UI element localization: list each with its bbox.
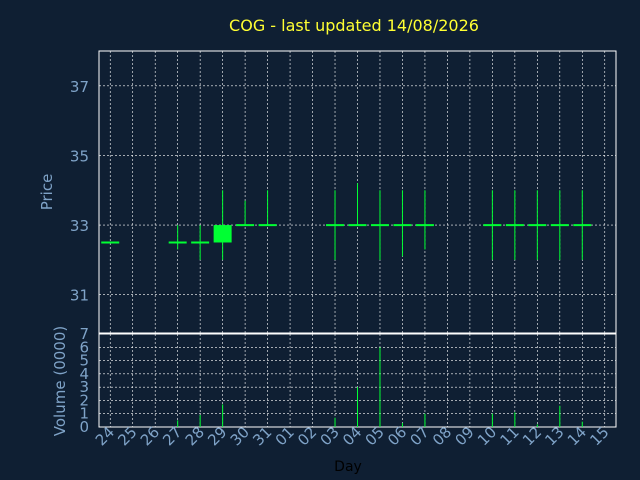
candle-body [213,225,232,243]
price-tick-label: 31 [70,287,89,305]
x-axis-label: Day [334,459,362,475]
chart-title: COG - last updated 14/08/2026 [229,16,479,35]
price-axis-label: Price [38,174,56,211]
price-y-ticks: 31 33 35 37 [70,78,89,305]
price-tick-label: 33 [70,217,89,235]
price-tick-label: 37 [70,78,89,96]
volume-axis-label: Volume (0000) [51,326,69,436]
price-tick-label: 35 [70,147,89,165]
x-ticks: 2425262728293031010203040506070809101112… [92,423,613,449]
volume-bars [177,347,583,427]
price-panel: 31 33 35 37 Price [38,50,617,334]
volume-panel: 01234567 Volume (0000) [51,325,617,436]
candles [101,183,592,260]
volume-y-ticks: 01234567 [79,325,89,436]
volume-tick-label: 7 [79,325,89,343]
stock-chart: COG - last updated 14/08/2026 31 33 35 37 P… [38,16,617,475]
